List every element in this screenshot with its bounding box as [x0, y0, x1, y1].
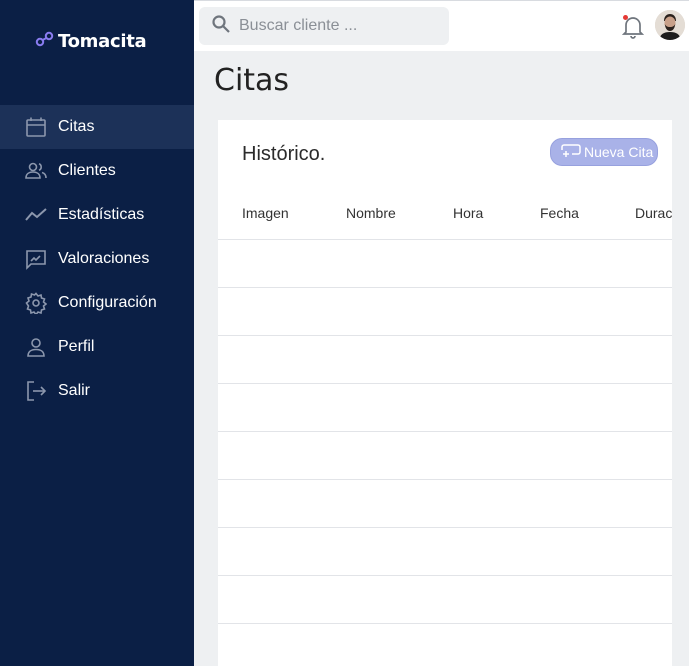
notification-badge	[623, 15, 628, 20]
sidebar-item-label: Perfil	[58, 338, 95, 355]
search-box	[199, 7, 449, 45]
trend-icon	[24, 203, 48, 227]
sidebar-item-label: Valoraciones	[58, 250, 150, 267]
sidebar-item-estadisticas[interactable]: Estadísticas	[0, 193, 194, 237]
card-title: Histórico.	[242, 143, 326, 165]
appointments-card: Histórico. Nueva Cita Imagen Nombre Hora…	[218, 120, 672, 666]
sidebar-item-citas[interactable]: Citas	[0, 105, 194, 149]
sidebar-item-label: Configuración	[58, 294, 157, 311]
sidebar-item-clientes[interactable]: Clientes	[0, 149, 194, 193]
avatar[interactable]	[655, 10, 685, 40]
new-appointment-button[interactable]: Nueva Cita	[550, 138, 658, 166]
sidebar-nav: Citas Clientes Estadísticas Valoraciones…	[0, 105, 194, 413]
search-icon	[211, 14, 231, 39]
brand-name: Tomacita	[58, 31, 147, 52]
brand-logo-icon	[35, 31, 55, 52]
table-header: Imagen Nombre Hora Fecha Duración	[218, 192, 672, 240]
logout-icon	[24, 379, 48, 403]
calendar-icon	[24, 115, 48, 139]
gear-icon	[24, 291, 48, 315]
column-header-duracion[interactable]: Duración	[635, 205, 672, 221]
sidebar-item-label: Citas	[58, 118, 95, 135]
column-header-imagen[interactable]: Imagen	[242, 205, 289, 221]
sidebar-item-perfil[interactable]: Perfil	[0, 325, 194, 369]
feedback-icon	[24, 247, 48, 271]
table-row	[218, 240, 672, 288]
sidebar-item-valoraciones[interactable]: Valoraciones	[0, 237, 194, 281]
page-title: Citas	[214, 63, 290, 98]
new-appointment-label: Nueva Cita	[584, 144, 654, 160]
notifications-button[interactable]	[621, 15, 645, 39]
brand-logo[interactable]: Tomacita	[35, 31, 147, 52]
sidebar-item-label: Clientes	[58, 162, 116, 179]
table-row	[218, 384, 672, 432]
column-header-nombre[interactable]: Nombre	[346, 205, 396, 221]
bell-icon	[621, 17, 645, 43]
table-row	[218, 336, 672, 384]
table-row	[218, 528, 672, 576]
sidebar: Tomacita Citas Clientes Estadísticas Val…	[0, 0, 194, 666]
table-row	[218, 432, 672, 480]
column-header-fecha[interactable]: Fecha	[540, 205, 579, 221]
table-row	[218, 288, 672, 336]
top-bar	[194, 0, 689, 51]
users-icon	[24, 159, 48, 183]
search-input[interactable]	[239, 17, 439, 35]
sidebar-item-label: Estadísticas	[58, 206, 145, 223]
sidebar-item-salir[interactable]: Salir	[0, 369, 194, 413]
table-row	[218, 480, 672, 528]
add-event-icon	[561, 142, 581, 163]
sidebar-item-label: Salir	[58, 382, 91, 399]
sidebar-item-configuracion[interactable]: Configuración	[0, 281, 194, 325]
column-header-hora[interactable]: Hora	[453, 205, 483, 221]
table-row	[218, 576, 672, 624]
person-icon	[24, 335, 48, 359]
